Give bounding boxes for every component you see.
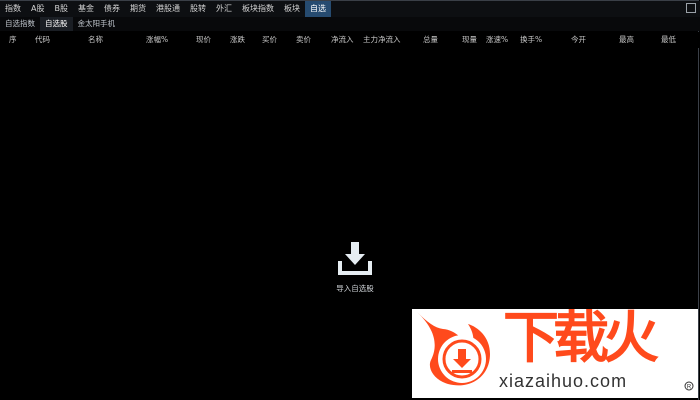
download-site-watermark: R 下载火 xiazaihuo.com bbox=[412, 309, 698, 398]
tab-index[interactable]: 指数 bbox=[0, 1, 26, 17]
tab-watchlist[interactable]: 自选 bbox=[304, 1, 331, 17]
tab-futures[interactable]: 期货 bbox=[125, 1, 151, 17]
tab-sector-index[interactable]: 板块指数 bbox=[237, 1, 279, 17]
tab-funds[interactable]: 基金 bbox=[73, 1, 99, 17]
tab-sectors[interactable]: 板块 bbox=[279, 1, 305, 17]
watermark-brand-name: 下载火 bbox=[503, 309, 659, 371]
column-header-speed-percent[interactable]: 涨速% bbox=[486, 32, 512, 48]
tab-forex[interactable]: 外汇 bbox=[211, 1, 237, 17]
column-header-index[interactable]: 序 bbox=[9, 32, 24, 48]
market-tabs: 指数 A股 B股 基金 债券 期货 港股通 股转 外汇 板块指数 板块 自选 bbox=[0, 1, 700, 18]
empty-watchlist: 导入自选股 bbox=[320, 239, 390, 299]
column-header-volume[interactable]: 总量 bbox=[423, 32, 445, 48]
watchlist-subtabs: 自选指数 自选股 金太阳手机 ⚙ bbox=[0, 17, 700, 46]
stock-table-header: 序 代码 名称 涨幅% 现价 涨跌 买价 卖价 净流入 主力净流入 总量 现量 … bbox=[0, 32, 700, 48]
column-header-net-inflow[interactable]: 净流入 bbox=[331, 32, 359, 48]
import-watchlist-label[interactable]: 导入自选股 bbox=[320, 283, 390, 294]
tab-share-transfer[interactable]: 股转 bbox=[185, 1, 211, 17]
column-header-turnover-percent[interactable]: 换手% bbox=[520, 32, 548, 48]
tab-bonds[interactable]: 债券 bbox=[99, 1, 125, 17]
column-header-bid[interactable]: 买价 bbox=[262, 32, 284, 48]
tab-b-shares[interactable]: B股 bbox=[49, 1, 73, 17]
column-header-price[interactable]: 现价 bbox=[196, 32, 218, 48]
column-header-change-percent[interactable]: 涨幅% bbox=[146, 32, 176, 48]
column-header-name[interactable]: 名称 bbox=[88, 32, 118, 48]
column-header-change[interactable]: 涨跌 bbox=[230, 32, 252, 48]
column-header-current-volume[interactable]: 现量 bbox=[462, 32, 484, 48]
tab-a-shares[interactable]: A股 bbox=[26, 1, 49, 17]
subtab-golden-sun-mobile[interactable]: 金太阳手机 bbox=[73, 17, 121, 31]
tab-hk-connect[interactable]: 港股通 bbox=[151, 1, 185, 17]
column-header-open[interactable]: 今开 bbox=[571, 32, 593, 48]
column-header-code[interactable]: 代码 bbox=[35, 32, 65, 48]
column-header-high[interactable]: 最高 bbox=[619, 32, 641, 48]
column-header-main-net-inflow[interactable]: 主力净流入 bbox=[363, 32, 408, 48]
maximize-icon[interactable] bbox=[686, 3, 696, 13]
column-header-low[interactable]: 最低 bbox=[661, 32, 683, 48]
subtab-watch-stocks[interactable]: 自选股 bbox=[40, 17, 73, 31]
import-download-icon[interactable] bbox=[336, 239, 374, 277]
column-header-ask[interactable]: 卖价 bbox=[296, 32, 318, 48]
subtab-watch-index[interactable]: 自选指数 bbox=[0, 17, 40, 31]
watermark-url: xiazaihuo.com bbox=[499, 371, 628, 391]
